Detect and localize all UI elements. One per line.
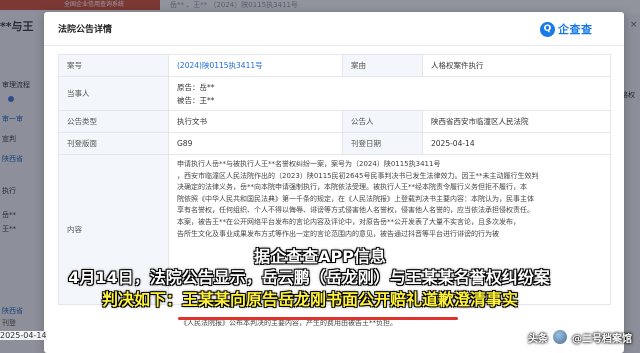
content-line: 告所生文化及事业成果发布方式等作出一定的言论范围内的意见，被告通过抖音等平台进行… bbox=[177, 229, 499, 238]
table-row: 案号 (2024)陕0115执3411号 案由 人格权案件执行 bbox=[58, 54, 611, 77]
caption-line-2: 4月14日，法院公告显示，岳云鹏（岳龙刚）与王某某名誉权纠纷案 bbox=[68, 268, 550, 287]
announcer-value: 陕西省西安市临潼区人民法院 bbox=[422, 110, 611, 133]
page-label: 刊登版面 bbox=[58, 132, 169, 155]
brand-logo: Q 企查查 bbox=[540, 20, 593, 38]
party-label: 当事人 bbox=[58, 76, 169, 111]
page-value: G89 bbox=[168, 132, 343, 155]
caption-line-3: 判决如下：王某某向原告岳龙刚书面公开赔礼道歉澄清事实 bbox=[101, 290, 518, 309]
content-line: 享有名誉权，任何组织、个人不得以侮辱、诽谤等方式侵害他人名誉权，侵害他人名誉的，… bbox=[177, 206, 534, 215]
qichacha-logo-icon: Q bbox=[540, 21, 555, 37]
case-no-label: 案号 bbox=[58, 54, 169, 77]
content-line: 本案，被告王**在公开网络平台发布的言论内容及评论中，对原告岳**公开发表了大量… bbox=[177, 217, 520, 226]
notice-type-label: 公告类型 bbox=[58, 110, 169, 133]
cause-value: 人格权案件执行 bbox=[422, 54, 611, 77]
watermark: 头条 @二号档案馆 bbox=[528, 329, 632, 345]
case-no-link[interactable]: (2024)陕0115执3411号 bbox=[177, 61, 263, 70]
content-line: ，西安市临潼区人民法院作出的（2023）陕0115民初2645号民事判决书已发生… bbox=[177, 171, 539, 180]
content-line: 院依照《中华人民共和国民法典》第一千条的规定，在《人民法院报》上登载判决书主要内… bbox=[177, 194, 534, 203]
highlight-underline bbox=[178, 317, 458, 320]
watermark-platform: 头条 bbox=[528, 333, 548, 345]
modal-header: 法院公告详情 Q 企查查 bbox=[44, 12, 624, 46]
case-no-value[interactable]: (2024)陕0115执3411号 bbox=[168, 54, 343, 77]
content-line: 申请执行人岳**与被执行人王**名誉权纠纷一案，案号为（2024）陕0115执3… bbox=[177, 160, 441, 168]
watermark-handle: @二号档案馆 bbox=[572, 333, 632, 345]
avatar bbox=[552, 329, 568, 345]
content-line: 决确定的法律义务，岳**向本院申请强制执行，本院依法受理。被执行人王**经本院责… bbox=[177, 183, 527, 192]
date-value: 2025-04-14 bbox=[422, 132, 611, 155]
date-label: 刊登日期 bbox=[342, 132, 423, 155]
modal-title: 法院公告详情 bbox=[58, 25, 113, 35]
defendant: 被告：王** bbox=[177, 95, 215, 105]
announcer-label: 公告人 bbox=[342, 110, 423, 133]
notice-type-value: 执行文书 bbox=[168, 110, 343, 133]
cause-label: 案由 bbox=[342, 54, 423, 77]
background-publish-label: 刊登 bbox=[2, 319, 16, 327]
brand-name: 企查查 bbox=[558, 23, 593, 36]
plaintiff: 原告：岳** bbox=[177, 82, 215, 92]
table-row: 公告类型 执行文书 公告人 陕西省西安市临潼区人民法院 bbox=[58, 110, 611, 133]
table-row: 刊登版面 G89 刊登日期 2025-04-14 bbox=[58, 132, 611, 155]
party-value: 原告：岳** 被告：王** bbox=[168, 76, 611, 111]
table-row: 当事人 原告：岳** 被告：王** bbox=[58, 76, 611, 111]
background-publish-date: 2025-04-14 bbox=[0, 331, 47, 340]
